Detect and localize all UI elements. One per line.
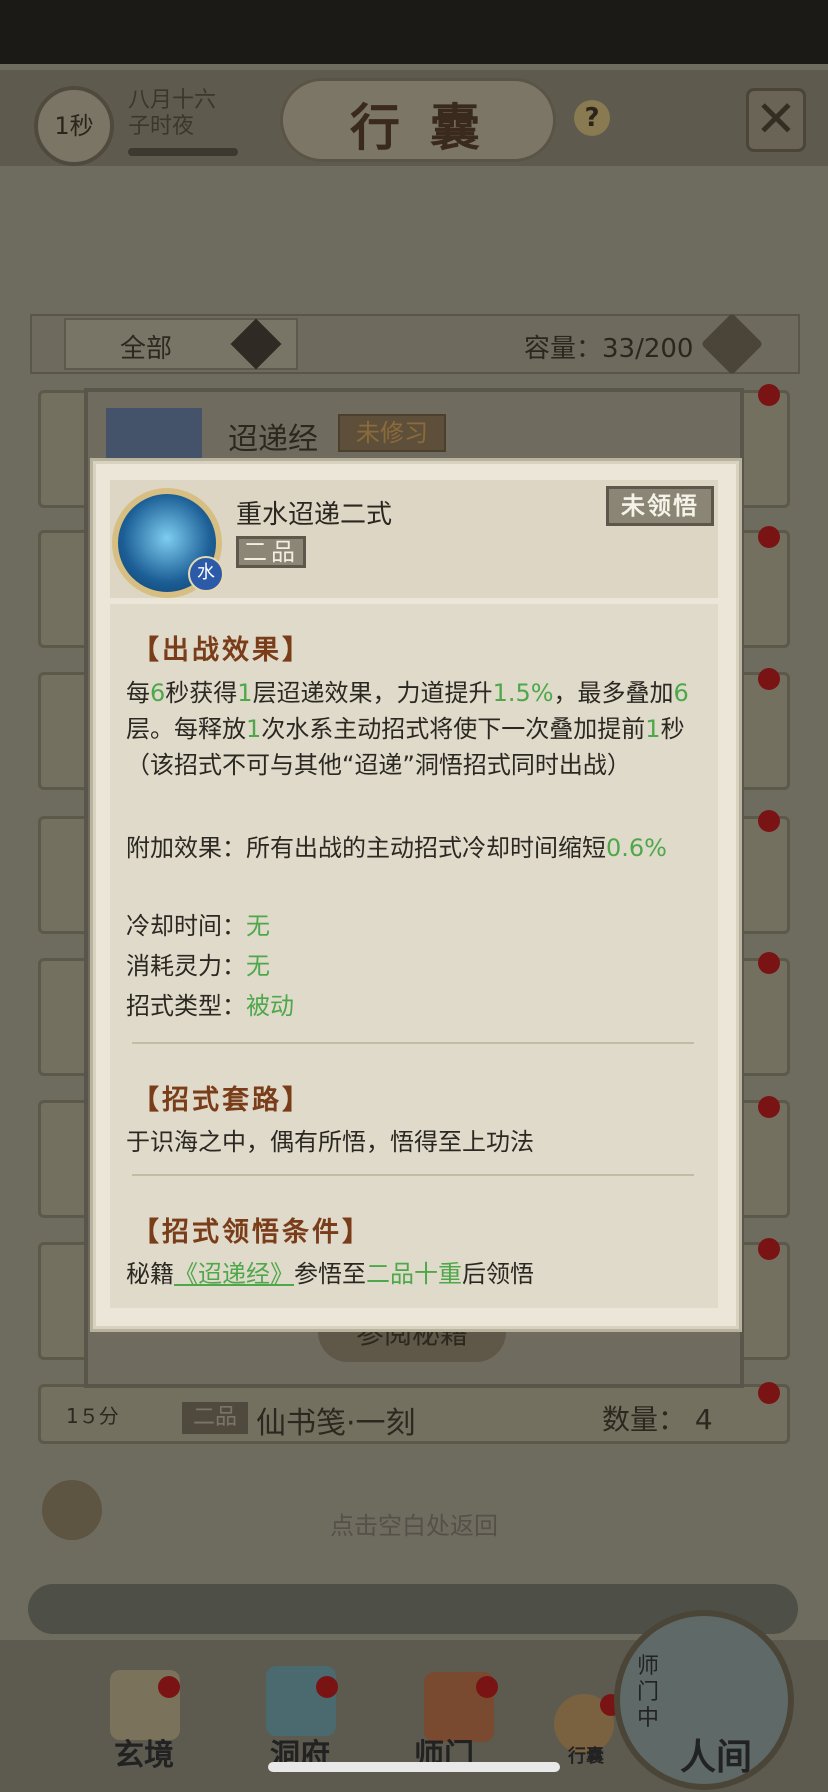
notification-dot [758,1382,780,1404]
effect-value: 1.5% [492,679,554,707]
capacity-label: 容量：33/200 [524,334,694,364]
book-link[interactable]: 《迢递经》 [174,1260,294,1288]
sect-status-label: 师门中 [636,1654,659,1731]
item-grade-badge: 二品 [182,1402,248,1434]
extra-effect-label: 附加效果：所有出战的主动招式冷却时间缩短 [126,834,606,862]
condition-suffix: 后领悟 [462,1260,534,1288]
skill-name: 重水迢递二式 [236,500,393,530]
condition-level: 二品十重 [366,1260,462,1288]
effect-text: 层迢递效果，力道提升 [252,679,493,707]
item-status-badge: 未修习 [338,414,446,452]
type-row: 招式类型：被动 [126,988,294,1024]
category-select-label: 全部 [120,334,173,364]
notification-dot [758,526,780,548]
time-line: 子时夜 [128,114,195,139]
effect-value: 1 [237,679,253,707]
notification-dot [316,1676,338,1698]
notification-dot [758,810,780,832]
routine-section-title: 【招式套路】 [132,1085,312,1116]
condition-text: 秘籍《迢递经》参悟至二品十重后领悟 [126,1256,534,1292]
notification-dot [758,668,780,690]
cost-value: 无 [246,952,270,980]
effect-text: 秒获得 [165,679,238,707]
cooldown-label: 冷却时间： [126,912,246,940]
effect-text: 层。每释放 [126,715,246,743]
item-name: 仙书笺·一刻 [256,1406,416,1441]
skill-status-badge: 未领悟 [606,486,714,526]
notification-dot [158,1676,180,1698]
cost-label: 消耗灵力： [126,952,246,980]
condition-mid: 参悟至 [294,1260,366,1288]
nav-item-xuanjing[interactable]: 玄境 [84,1730,204,1774]
effect-text: ，最多叠加 [553,679,674,707]
page-title: 行囊 [350,98,510,157]
condition-prefix: 秘籍 [126,1260,174,1288]
effect-section-title: 【出战效果】 [132,635,312,666]
notification-dot [758,952,780,974]
condition-section-title: 【招式领悟条件】 [132,1217,372,1248]
game-date: 八月十六 子时夜 [128,88,216,140]
effect-text: 每 [126,679,150,707]
home-indicator[interactable] [268,1762,560,1772]
effect-text: 次水系主动招式将使下一次叠加提前 [261,715,646,743]
close-button[interactable]: ✕ [746,88,806,152]
effect-value: 6 [150,679,166,707]
cooldown-row: 冷却时间：无 [126,908,270,944]
type-value: 被动 [246,992,294,1020]
item-quantity: 数量： 4 [602,1403,713,1436]
status-bar [0,0,828,64]
effect-value: 1 [645,715,661,743]
notification-dot [758,1238,780,1260]
nav-item-world[interactable]: 人间 [656,1728,776,1780]
extra-effect-value: 0.6% [606,834,667,862]
item-name: 迢递经 [228,422,318,457]
type-label: 招式类型： [126,992,246,1020]
effect-value: 6 [673,679,689,707]
timer-button[interactable]: 1秒 [34,86,114,166]
cost-row: 消耗灵力：无 [126,948,270,984]
water-element-icon: 水 [188,556,224,592]
effect-value: 1 [246,715,262,743]
dismiss-hint: 点击空白处返回 [330,1512,498,1540]
divider [132,1042,694,1044]
extra-effect: 附加效果：所有出战的主动招式冷却时间缩短0.6% [126,830,706,866]
effect-description: 每6秒获得1层迢递效果，力道提升1.5%，最多叠加6层。每释放1次水系主动招式将… [126,675,706,783]
cooldown-value: 无 [246,912,270,940]
help-icon[interactable]: ? [574,100,610,136]
time-progress-bar [128,148,238,156]
notification-dot [758,384,780,406]
routine-text: 于识海之中，偶有所悟，悟得至上功法 [126,1128,534,1156]
skill-grade-badge: 二品 [236,536,306,568]
notification-dot [758,1096,780,1118]
divider [132,1174,694,1176]
notification-dot [476,1676,498,1698]
item-time-label: 1５分 [66,1404,119,1428]
date-line: 八月十六 [128,88,217,113]
